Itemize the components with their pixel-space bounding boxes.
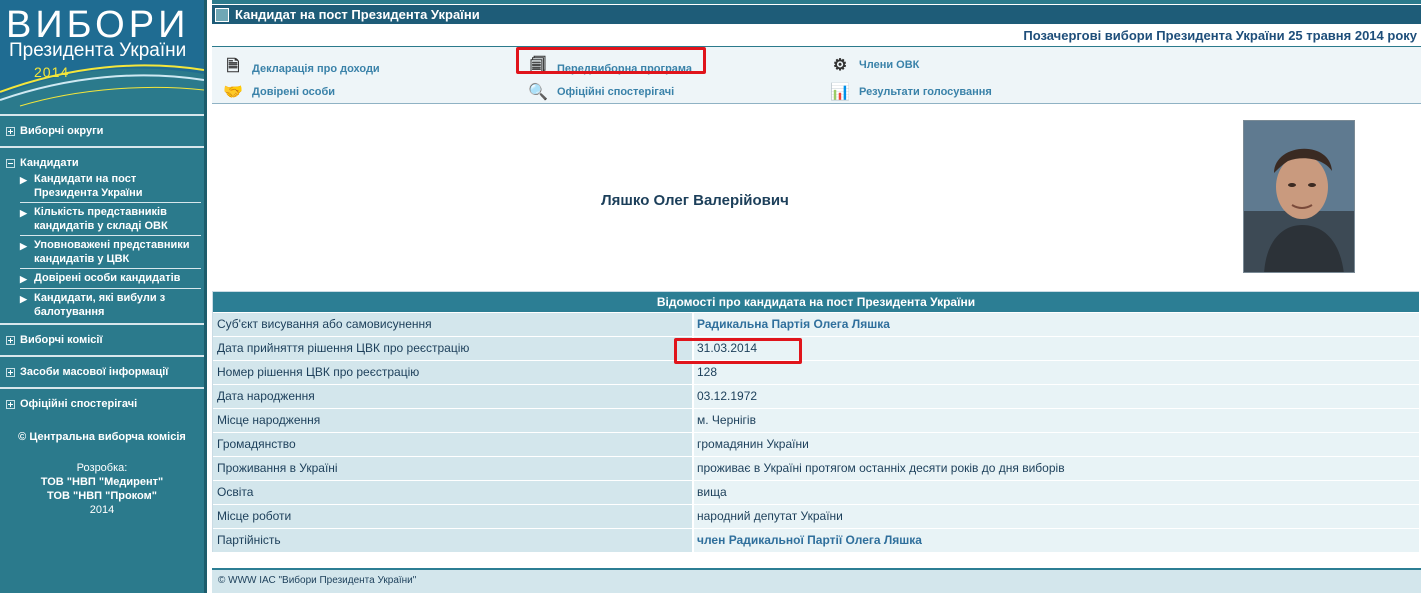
row-key: Місце народження bbox=[213, 409, 694, 432]
row-value: 128 bbox=[694, 361, 1419, 384]
sidebar-section-media[interactable]: Засоби масової інформації bbox=[0, 357, 204, 387]
magnifier-icon: 🔍 bbox=[528, 84, 548, 101]
page-footer: © WWW ІАС "Вибори Президента України" bbox=[212, 568, 1421, 593]
double-arrow-icon: ▶ bbox=[20, 241, 27, 251]
row-key: Проживання в Україні bbox=[213, 457, 694, 480]
table-row: Суб'єкт висування або самовисунення Ради… bbox=[213, 312, 1419, 336]
bar-chart-icon: 📊 bbox=[830, 84, 850, 101]
sidebar-section-districts[interactable]: Виборчі округи bbox=[0, 116, 204, 146]
candidates-submenu: ▶ Кандидати на пост Президента України ▶… bbox=[0, 170, 204, 321]
row-key: Дата прийняття рішення ЦВК про реєстраці… bbox=[213, 337, 694, 360]
dev-label: Розробка: bbox=[76, 462, 128, 474]
sidebar-section-observers[interactable]: Офіційні спостерігачі bbox=[0, 389, 204, 419]
members-icon: ⚙ bbox=[832, 57, 848, 74]
candidate-name: Ляшко Олег Валерійович bbox=[601, 192, 789, 209]
header-square-icon bbox=[215, 7, 229, 22]
sidebar-divider bbox=[204, 0, 207, 593]
expand-icon bbox=[6, 367, 15, 377]
elections-logo[interactable]: ВИБОРИ Президента України 2014 bbox=[0, 0, 204, 110]
sidebar-section-candidates[interactable]: Кандидати bbox=[0, 148, 204, 178]
row-key: Суб'єкт висування або самовисунення bbox=[213, 313, 694, 336]
candidate-nav: 🗎 Декларація про доходи 🗐 Передвиборна п… bbox=[212, 47, 1421, 104]
election-title: Позачергові вибори Президента України 25… bbox=[212, 24, 1421, 47]
row-value: 03.12.1972 bbox=[694, 385, 1419, 408]
sidebar-item-authorized-representatives[interactable]: ▶ Уповноважені представники кандидатів у… bbox=[20, 236, 201, 269]
highlight-registration-date bbox=[674, 338, 802, 364]
row-key: Дата народження bbox=[213, 385, 694, 408]
sidebar-section-label: Виборчі комісії bbox=[20, 334, 103, 346]
table-row: Дата прийняття рішення ЦВК про реєстраці… bbox=[213, 336, 1419, 360]
table-row: Проживання в Україні проживає в Україні … bbox=[213, 456, 1419, 480]
dev-year: 2014 bbox=[89, 504, 115, 516]
double-arrow-icon: ▶ bbox=[20, 208, 27, 218]
nav-declaration[interactable]: 🗎 Декларація про доходи bbox=[222, 55, 380, 82]
main-content: Кандидат на пост Президента України Поза… bbox=[212, 0, 1421, 593]
dev-org-1: ТОВ "НВП "Медирент" bbox=[40, 476, 164, 488]
developer-credits: Розробка: ТОВ "НВП "Медирент" ТОВ "НВП "… bbox=[0, 443, 204, 517]
table-row: Номер рішення ЦВК про реєстрацію 128 bbox=[213, 360, 1419, 384]
row-value: вища bbox=[694, 481, 1419, 504]
row-key: Партійність bbox=[213, 529, 694, 552]
table-row: Громадянство громадянин України bbox=[213, 432, 1419, 456]
sidebar-item-withdrawn-candidates[interactable]: ▶ Кандидати, які вибули з балотування bbox=[20, 289, 201, 321]
handshake-icon: 🤝 bbox=[223, 84, 243, 101]
sidebar-item-representatives-count[interactable]: ▶ Кількість представників кандидатів у с… bbox=[20, 203, 201, 236]
row-value: громадянин України bbox=[694, 433, 1419, 456]
double-arrow-icon: ▶ bbox=[20, 274, 27, 284]
logo-year: 2014 bbox=[34, 64, 70, 80]
expand-icon bbox=[6, 399, 15, 409]
row-key: Освіта bbox=[213, 481, 694, 504]
sidebar: ВИБОРИ Президента України 2014 Виборчі о… bbox=[0, 0, 204, 593]
double-arrow-icon: ▶ bbox=[20, 294, 27, 304]
row-value: м. Чернігів bbox=[694, 409, 1419, 432]
row-key: Місце роботи bbox=[213, 505, 694, 528]
highlight-program bbox=[516, 47, 706, 74]
document-icon: 🗎 bbox=[226, 58, 240, 75]
candidate-info-table: Відомості про кандидата на пост Президен… bbox=[212, 291, 1419, 552]
table-row: Місце роботи народний депутат України bbox=[213, 504, 1419, 528]
table-row: Дата народження 03.12.1972 bbox=[213, 384, 1419, 408]
info-table-heading: Відомості про кандидата на пост Президен… bbox=[213, 291, 1419, 312]
table-row: Партійність член Радикальної Партії Олег… bbox=[213, 528, 1419, 552]
nominator-link[interactable]: Радикальна Партія Олега Ляшка bbox=[694, 313, 1419, 336]
sidebar-section-label: Офіційні спостерігачі bbox=[20, 398, 138, 410]
nav-members[interactable]: ⚙ Члени ОВК bbox=[829, 55, 920, 75]
sidebar-section-label: Кандидати bbox=[20, 157, 79, 169]
candidate-photo bbox=[1243, 120, 1355, 273]
collapse-icon bbox=[6, 158, 15, 168]
sidebar-section-label: Виборчі округи bbox=[20, 125, 104, 137]
dev-org-2: ТОВ "НВП "Проком" bbox=[47, 490, 157, 502]
row-value: народний депутат України bbox=[694, 505, 1419, 528]
nav-observers[interactable]: 🔍 Офіційні спостерігачі bbox=[527, 82, 674, 102]
sidebar-copyright: © Центральна виборча комісія bbox=[18, 431, 186, 443]
nav-results[interactable]: 📊 Результати голосування bbox=[829, 82, 992, 102]
page-title: Кандидат на пост Президента України bbox=[235, 7, 480, 22]
row-value: 31.03.2014 bbox=[694, 337, 1419, 360]
table-row: Освіта вища bbox=[213, 480, 1419, 504]
row-value: проживає в Україні протягом останніх дес… bbox=[694, 457, 1419, 480]
expand-icon bbox=[6, 335, 15, 345]
row-key: Громадянство bbox=[213, 433, 694, 456]
row-key: Номер рішення ЦВК про реєстрацію bbox=[213, 361, 694, 384]
page-header: Кандидат на пост Президента України bbox=[212, 4, 1421, 24]
logo-subtitle: Президента України bbox=[9, 40, 187, 61]
nav-trusted[interactable]: 🤝 Довірені особи bbox=[222, 82, 335, 102]
sidebar-section-label: Засоби масової інформації bbox=[20, 366, 169, 378]
party-link[interactable]: член Радикальної Партії Олега Ляшка bbox=[694, 529, 1419, 552]
candidate-profile: Ляшко Олег Валерійович bbox=[212, 104, 1421, 290]
table-row: Місце народження м. Чернігів bbox=[213, 408, 1419, 432]
expand-icon bbox=[6, 126, 15, 136]
sidebar-item-trusted-persons[interactable]: ▶ Довірені особи кандидатів bbox=[20, 269, 201, 289]
sidebar-section-commissions[interactable]: Виборчі комісії bbox=[0, 325, 204, 355]
